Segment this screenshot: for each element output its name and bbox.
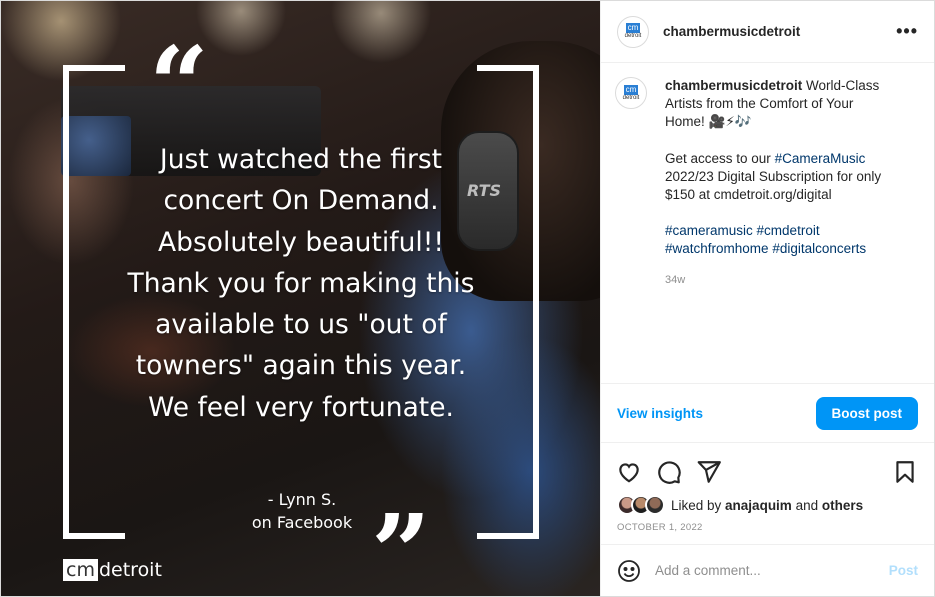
avatar-cm: cm	[623, 84, 639, 95]
likes-middle: and	[791, 497, 822, 513]
quote-author: - Lynn S. on Facebook	[237, 488, 367, 534]
caption-para2-pre: Get access to our	[665, 150, 775, 166]
likes-others-link[interactable]: others	[822, 498, 863, 513]
author-name: - Lynn S.	[267, 490, 337, 509]
hashtag-link[interactable]: #CameraMusic	[775, 151, 866, 166]
boost-post-button[interactable]: Boost post	[815, 396, 918, 430]
hashtag-link[interactable]: #watchfromhome	[665, 241, 769, 256]
quote-line: concert On Demand.	[163, 185, 439, 217]
comment-bar: Post	[601, 544, 934, 596]
caption-para2-post: 2022/23 Digital Subscription for only $1…	[665, 168, 882, 203]
avatar-detroit: detroit	[622, 94, 640, 101]
liker-avatars[interactable]	[617, 495, 671, 515]
quote-line: Thank you for making this	[127, 267, 475, 299]
comment-input[interactable]	[655, 563, 889, 578]
insights-bar: View insights Boost post	[601, 383, 934, 443]
post-age[interactable]: 34w	[665, 271, 895, 289]
testimonial-quote: Just watched the first concert On Demand…	[101, 139, 501, 428]
post-caption: chambermusicdetroit World-Class Artists …	[665, 77, 895, 373]
share-icon[interactable]	[696, 459, 722, 485]
quote-line: We feel very fortunate.	[148, 391, 454, 423]
liker-username[interactable]: anajaquim	[725, 498, 792, 513]
avatar-cm: cm	[625, 23, 641, 33]
cmdetroit-logo: cm detroit	[63, 558, 162, 582]
likes-row: Liked by anajaquim and others	[601, 493, 934, 517]
close-quote-mark: ”	[371, 491, 431, 597]
header-username[interactable]: chambermusicdetroit	[663, 24, 800, 39]
likes-text: Liked by anajaquim and others	[671, 498, 863, 513]
hashtag-link[interactable]: #cameramusic	[665, 223, 753, 238]
logo-detroit: detroit	[98, 559, 162, 581]
bookmark-icon[interactable]	[892, 459, 918, 485]
author-source: on Facebook	[251, 513, 353, 532]
avatar-detroit: detroit	[624, 33, 642, 39]
hashtag-link[interactable]: #digitalconcerts	[772, 241, 866, 256]
instagram-post-window: RTS “ ” Just watched the first concert O…	[0, 0, 935, 597]
liker-avatar	[645, 495, 665, 515]
quote-line: Just watched the first	[159, 144, 443, 175]
caption-avatar[interactable]: cm detroit	[615, 77, 647, 109]
quote-line: available to us "out of	[155, 309, 447, 341]
likes-prefix: Liked by	[671, 497, 726, 513]
view-insights-link[interactable]: View insights	[617, 406, 703, 421]
post-image[interactable]: RTS “ ” Just watched the first concert O…	[1, 1, 600, 596]
action-bar	[601, 443, 934, 493]
post-comment-button[interactable]: Post	[889, 563, 918, 578]
open-quote-mark: “	[149, 23, 209, 146]
heart-icon[interactable]	[616, 459, 642, 485]
post-date[interactable]: OCTOBER 1, 2022	[601, 517, 934, 541]
more-options-icon[interactable]: •••	[896, 21, 918, 42]
post-sidebar: cm detroit chambermusicdetroit ••• cm de…	[600, 1, 934, 596]
logo-cm: cm	[63, 559, 98, 581]
quote-line: towners" again this year.	[135, 350, 467, 382]
comment-icon[interactable]	[656, 459, 682, 485]
emoji-icon[interactable]	[617, 559, 641, 583]
quote-line: Absolutely beautiful!!	[158, 226, 444, 258]
caption-username[interactable]: chambermusicdetroit	[665, 78, 802, 93]
hashtag-link[interactable]: #cmdetroit	[757, 223, 820, 238]
post-header: cm detroit chambermusicdetroit •••	[601, 1, 934, 63]
avatar[interactable]: cm detroit	[617, 15, 649, 48]
caption-area: cm detroit chambermusicdetroit World-Cla…	[601, 63, 934, 373]
